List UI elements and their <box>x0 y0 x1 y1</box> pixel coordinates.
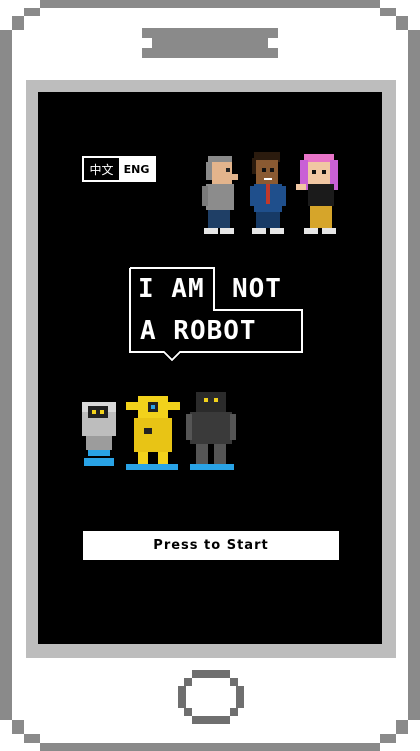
home-button[interactable] <box>178 670 244 724</box>
human-pink-hair-woman <box>296 154 338 234</box>
human-blue-suit-man <box>250 152 286 234</box>
title-line1-left: I AM <box>138 274 205 304</box>
human-characters <box>202 152 338 234</box>
robot-characters <box>82 392 236 470</box>
human-gray-hair-man <box>202 156 238 234</box>
language-toggle[interactable]: 中文 ENG <box>82 156 156 182</box>
robot-white-hover <box>82 402 116 466</box>
language-option-chinese[interactable]: 中文 <box>84 158 119 180</box>
title-line1-right: NOT <box>232 274 282 304</box>
start-button[interactable]: Press to Start <box>83 531 339 560</box>
language-option-english[interactable]: ENG <box>119 158 154 180</box>
title-line2: A ROBOT <box>140 316 257 346</box>
speaker-slot <box>142 28 278 38</box>
robot-yellow <box>126 396 180 470</box>
robot-black <box>186 392 236 470</box>
